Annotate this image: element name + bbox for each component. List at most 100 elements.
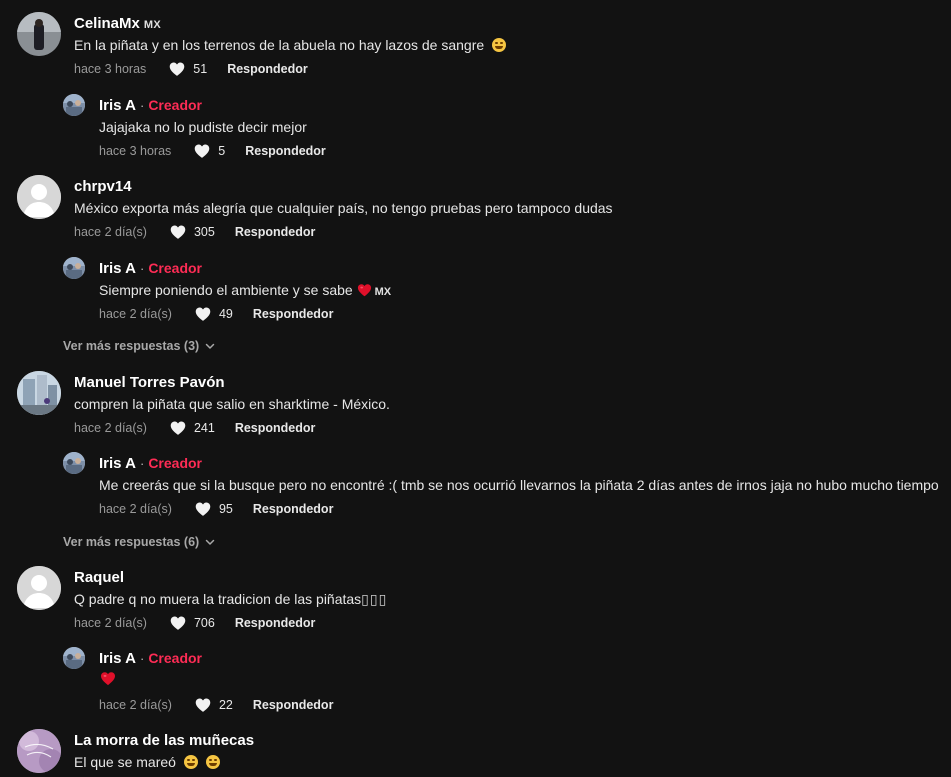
heart-outline-icon <box>194 306 212 322</box>
heart-outline-icon <box>169 615 187 631</box>
like-count: 22 <box>218 698 233 712</box>
reply-username[interactable]: Iris A · Creador <box>99 97 202 114</box>
comment-text-body: Q padre q no muera la tradicion de las p… <box>74 591 362 607</box>
avatar[interactable] <box>17 12 61 56</box>
unrendered-emoji: ▯▯▯ <box>361 591 388 607</box>
like-button[interactable]: 51 <box>168 61 207 77</box>
reply-button[interactable]: Respondedor <box>235 421 316 435</box>
like-button[interactable]: 241 <box>169 420 215 436</box>
like-button[interactable]: 22 <box>194 697 233 713</box>
comment-username[interactable]: Manuel Torres Pavón <box>74 374 225 391</box>
comment-username[interactable]: chrpv14 <box>74 178 132 195</box>
reply-text <box>100 671 116 689</box>
comment-username[interactable]: Raquel <box>74 569 124 586</box>
like-count: 95 <box>218 502 233 516</box>
separator: · <box>139 98 145 113</box>
comment-text-body: En la piñata y en los terrenos de la abu… <box>74 37 485 53</box>
like-count: 706 <box>193 616 215 630</box>
like-button[interactable]: 305 <box>169 224 215 240</box>
username-text[interactable]: CelinaMx <box>74 15 140 32</box>
comment-text: En la piñata y en los terrenos de la abu… <box>74 37 507 53</box>
tears-of-joy-emoji <box>205 755 220 769</box>
username-text[interactable]: Iris A <box>99 650 136 667</box>
comment-username[interactable]: CelinaMx MX <box>74 15 161 32</box>
heart-outline-icon <box>194 697 212 713</box>
reply-meta: hace 2 día(s) 49 Respondedor <box>99 306 333 322</box>
like-button[interactable]: 49 <box>194 306 233 322</box>
comment-meta: hace 2 día(s) 706 Respondedor <box>74 615 315 631</box>
heart-outline-icon <box>194 501 212 517</box>
comment-username[interactable]: La morra de las muñecas <box>74 732 254 749</box>
reply-button[interactable]: Respondedor <box>253 698 334 712</box>
view-more-label: Ver más respuestas (6) <box>63 535 200 549</box>
reply-username[interactable]: Iris A · Creador <box>99 260 202 277</box>
username-text[interactable]: Raquel <box>74 569 124 586</box>
reply-meta: hace 2 día(s) 95 Respondedor <box>99 501 333 517</box>
reply-button[interactable]: Respondedor <box>227 62 308 76</box>
comment-meta: hace 2 día(s) 305 Respondedor <box>74 224 315 240</box>
reply-button[interactable]: Respondedor <box>235 225 316 239</box>
like-button[interactable]: 95 <box>194 501 233 517</box>
reply-button[interactable]: Respondedor <box>235 616 316 630</box>
avatar[interactable] <box>17 566 61 610</box>
heart-outline-icon <box>169 420 187 436</box>
chevron-down-icon <box>205 539 215 545</box>
reply-button[interactable]: Respondedor <box>253 502 334 516</box>
avatar[interactable] <box>17 175 61 219</box>
comment-text: El que se mareó <box>74 754 220 770</box>
reply-button[interactable]: Respondedor <box>245 144 326 158</box>
view-more-label: Ver más respuestas (3) <box>63 339 200 353</box>
reply-time: hace 2 día(s) <box>99 502 172 516</box>
heart-outline-icon <box>169 224 187 240</box>
comment-text: compren la piñata que salio en sharktime… <box>74 396 390 412</box>
avatar[interactable] <box>17 729 61 773</box>
like-button[interactable]: 706 <box>169 615 215 631</box>
view-more-replies-button[interactable]: Ver más respuestas (6) <box>63 535 215 549</box>
username-text[interactable]: Manuel Torres Pavón <box>74 374 225 391</box>
avatar[interactable] <box>63 452 85 474</box>
avatar[interactable] <box>63 257 85 279</box>
reply-time: hace 2 día(s) <box>99 698 172 712</box>
comment-text: Q padre q no muera la tradicion de las p… <box>74 591 387 608</box>
like-button[interactable]: 5 <box>193 143 225 159</box>
reply-button[interactable]: Respondedor <box>253 307 334 321</box>
comment-time: hace 2 día(s) <box>74 421 147 435</box>
avatar[interactable] <box>17 371 61 415</box>
comment-time: hace 2 día(s) <box>74 616 147 630</box>
avatar[interactable] <box>63 94 85 116</box>
comment-text-body: El que se mareó <box>74 754 176 770</box>
reply-text-body: Siempre poniendo el ambiente y se sabe <box>99 282 353 298</box>
reply-text: Siempre poniendo el ambiente y se sabe M… <box>99 282 391 298</box>
username-text[interactable]: Iris A <box>99 97 136 114</box>
red-heart-emoji <box>357 283 372 297</box>
creator-badge: Creador <box>148 455 202 471</box>
reply-time: hace 3 horas <box>99 144 172 158</box>
creator-badge: Creador <box>148 97 202 113</box>
tears-of-joy-emoji <box>183 755 198 769</box>
country-flag: MX <box>143 19 161 31</box>
like-count: 241 <box>193 421 215 435</box>
username-text[interactable]: Iris A <box>99 455 136 472</box>
reply-time: hace 2 día(s) <box>99 307 172 321</box>
reply-username[interactable]: Iris A · Creador <box>99 650 202 667</box>
like-count: 5 <box>218 144 226 158</box>
like-count: 305 <box>193 225 215 239</box>
username-text[interactable]: Iris A <box>99 260 136 277</box>
reply-username[interactable]: Iris A · Creador <box>99 455 202 472</box>
username-text[interactable]: La morra de las muñecas <box>74 732 254 749</box>
heart-outline-icon <box>168 61 186 77</box>
username-text[interactable]: chrpv14 <box>74 178 132 195</box>
separator: · <box>139 651 145 666</box>
reply-text: Me creerás que si la busque pero no enco… <box>99 477 939 493</box>
reply-meta: hace 3 horas 5 Respondedor <box>99 143 326 159</box>
heart-outline-icon <box>193 143 211 159</box>
comment-meta: hace 2 día(s) 241 Respondedor <box>74 420 315 436</box>
avatar[interactable] <box>63 647 85 669</box>
view-more-replies-button[interactable]: Ver más respuestas (3) <box>63 339 215 353</box>
chevron-down-icon <box>205 343 215 349</box>
country-flag: MX <box>374 286 392 298</box>
comment-meta: hace 3 horas 51 Respondedor <box>74 61 308 77</box>
creator-badge: Creador <box>148 650 202 666</box>
comment-time: hace 2 día(s) <box>74 225 147 239</box>
separator: · <box>139 456 145 471</box>
